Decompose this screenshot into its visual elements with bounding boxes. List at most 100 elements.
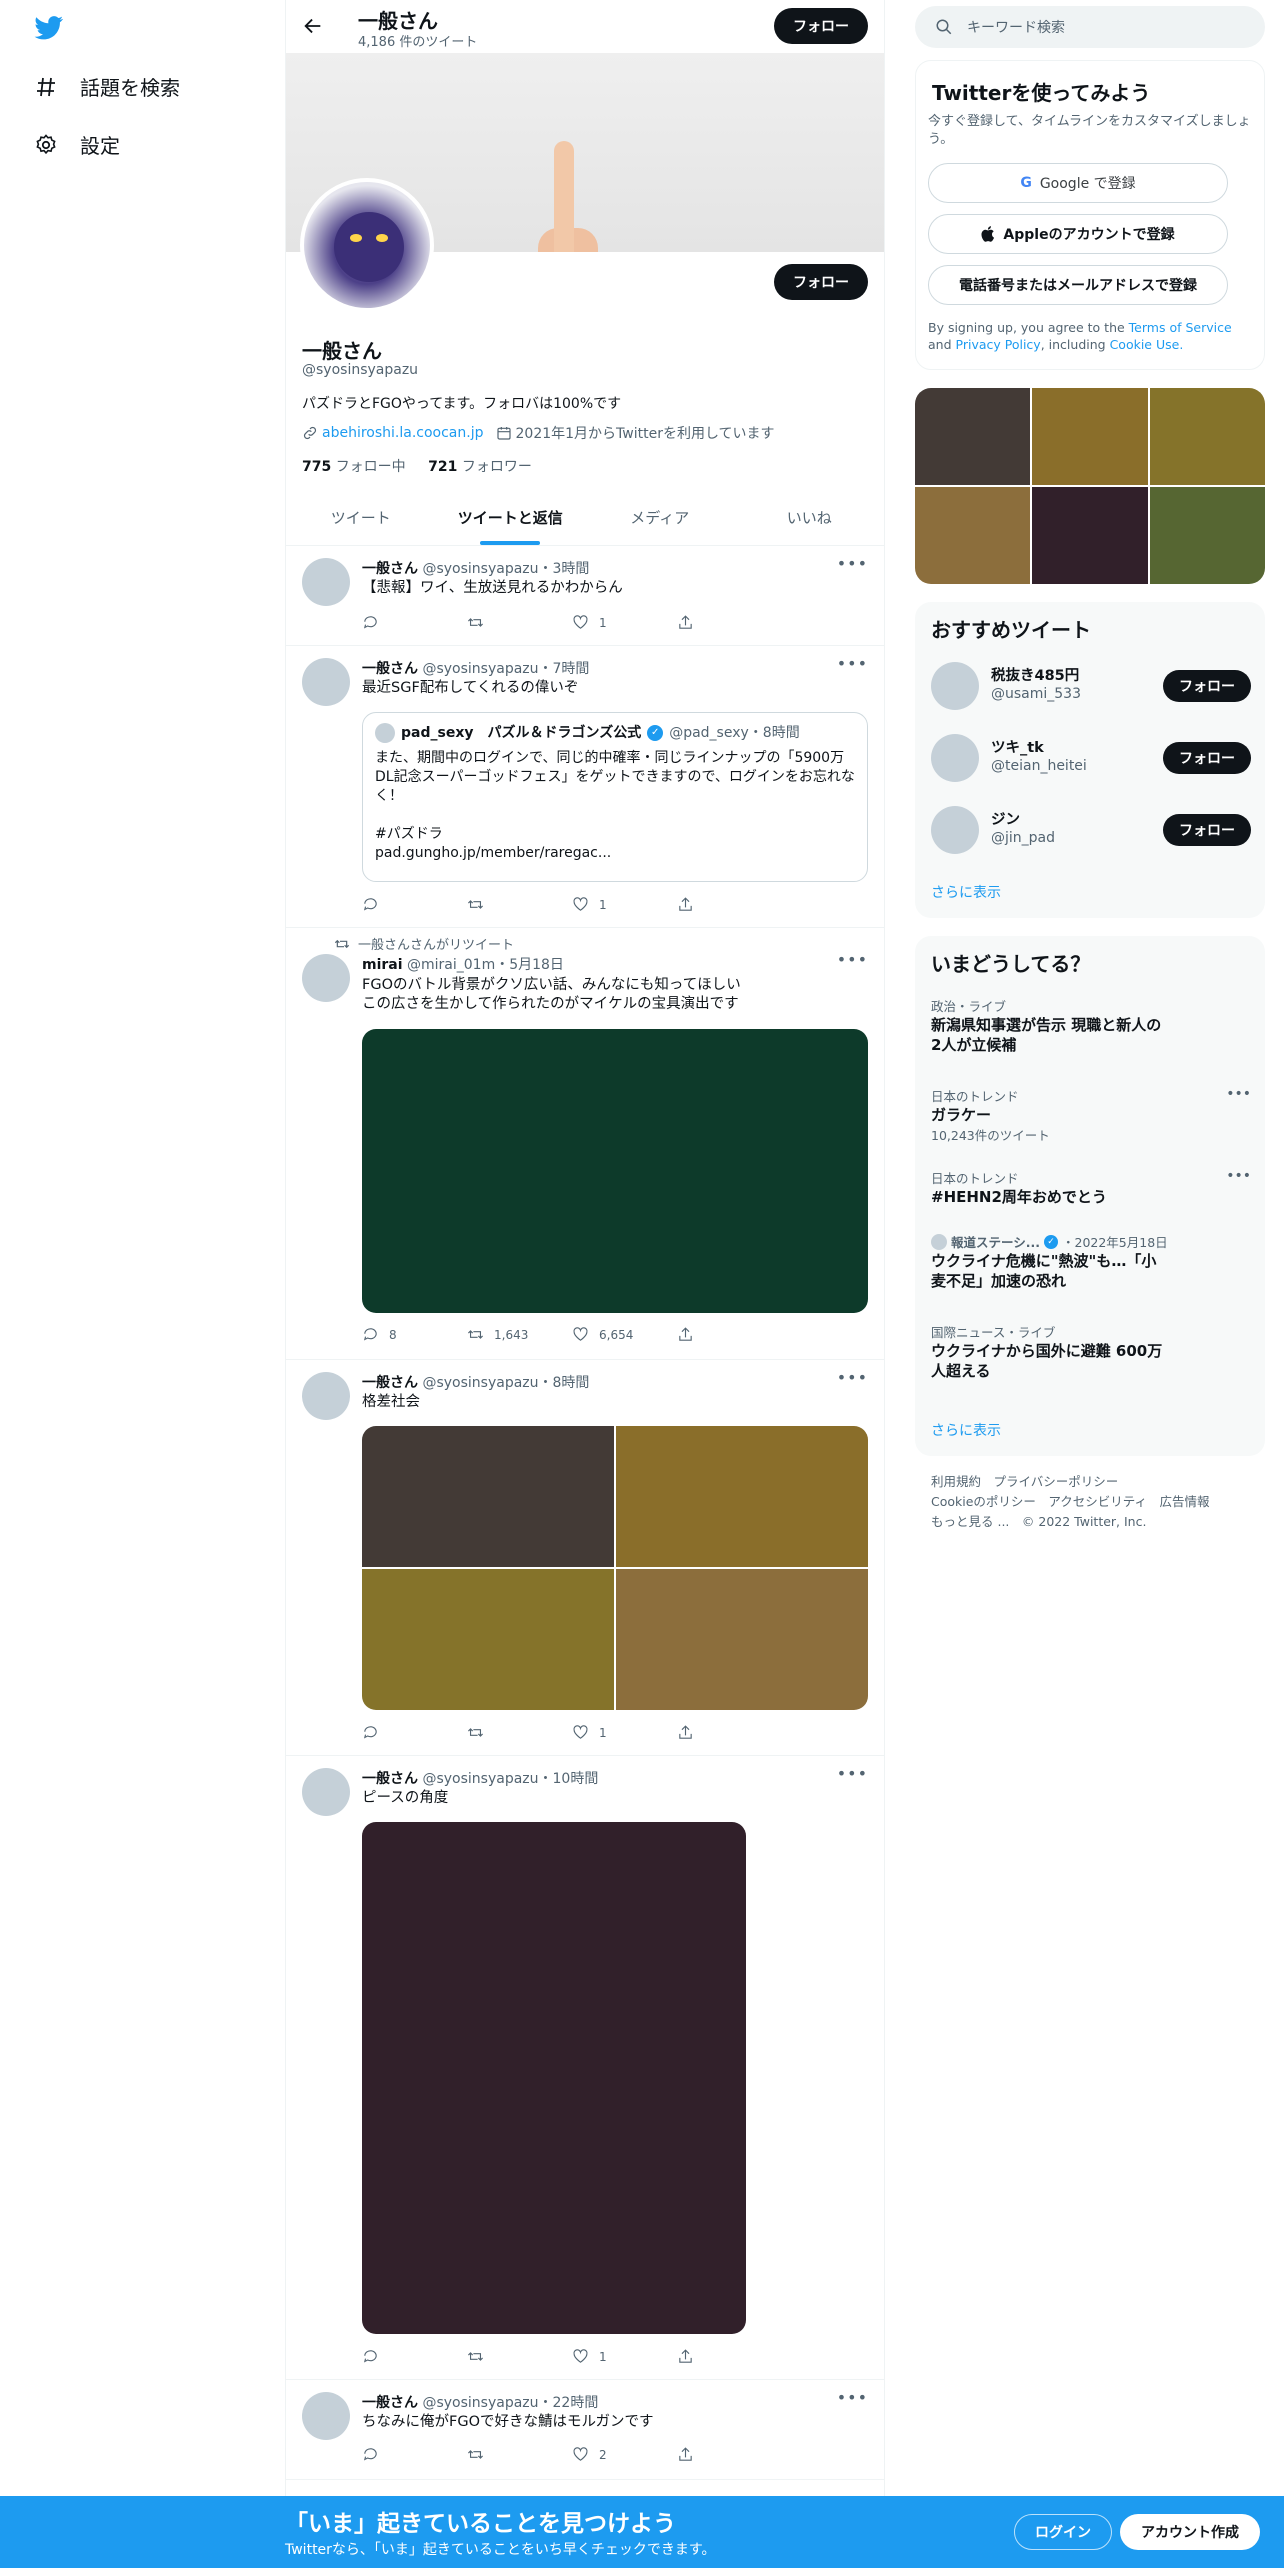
more-icon[interactable]: ••• <box>837 1368 868 1387</box>
media-thumb[interactable] <box>362 1569 614 1710</box>
reply-button[interactable]: 8 <box>362 1326 467 1343</box>
quoted-tweet[interactable]: pad_sexy パズル＆ドラゴンズ公式 ✓ @pad_sexy・8時間 また、… <box>362 712 868 882</box>
profile-link[interactable]: abehiroshi.la.coocan.jp <box>322 425 484 441</box>
tweet-media-image[interactable] <box>362 1029 868 1313</box>
show-more-link[interactable]: さらに表示 <box>931 1420 1001 1440</box>
phone-email-signup-button[interactable]: 電話番号またはメールアドレスで登録 <box>928 265 1228 305</box>
user-suggestion[interactable]: 税抜き485円 @usami_533 フォロー <box>931 658 1251 714</box>
more-icon[interactable]: ••• <box>837 2388 868 2407</box>
tweet-avatar[interactable] <box>302 954 350 1002</box>
tab-tweets[interactable]: ツイート <box>286 490 436 545</box>
tweet-avatar[interactable] <box>302 558 350 606</box>
avatar[interactable] <box>931 662 979 710</box>
apple-signup-button[interactable]: Appleのアカウントで登録 <box>928 214 1228 254</box>
like-button[interactable]: 1 <box>572 2348 677 2365</box>
trend-item[interactable]: 国際ニュース・ライブ ウクライナから国外に避難 600万人超える <box>931 1322 1251 1381</box>
follow-button[interactable]: フォロー <box>1163 742 1251 774</box>
follow-button[interactable]: フォロー <box>1163 670 1251 702</box>
retweet-button[interactable] <box>467 896 572 913</box>
media-thumb[interactable] <box>915 388 1031 485</box>
tos-link[interactable]: Terms of Service <box>1129 320 1232 335</box>
like-button[interactable]: 1 <box>572 614 677 631</box>
more-icon[interactable]: ••• <box>837 1764 868 1783</box>
user-suggestion[interactable]: ジン @jin_pad フォロー <box>931 802 1251 858</box>
sidebar-item-explore[interactable]: 話題を検索 <box>34 72 180 101</box>
trend-item[interactable]: 報道ステーシ... ✓ ・2022年5月18日 ウクライナ危機に"熱波"も…「小… <box>931 1232 1251 1291</box>
share-button[interactable] <box>677 1724 782 1741</box>
twitter-logo-icon[interactable] <box>34 16 64 40</box>
retweet-button[interactable] <box>467 2348 572 2365</box>
like-button[interactable]: 2 <box>572 2446 677 2463</box>
reply-button[interactable] <box>362 2348 467 2365</box>
tweet-avatar[interactable] <box>302 658 350 706</box>
reply-button[interactable] <box>362 1724 467 1741</box>
avatar[interactable] <box>931 734 979 782</box>
tweet-item[interactable]: 一般さん @syosinsyapazu・3時間 ••• 【悲報】ワイ、生放送見れ… <box>286 546 884 646</box>
privacy-link[interactable]: Privacy Policy <box>956 337 1041 352</box>
search-input[interactable]: キーワード検索 <box>967 17 1065 37</box>
share-button[interactable] <box>677 1326 782 1343</box>
media-thumb[interactable] <box>1032 388 1148 485</box>
like-button[interactable]: 1 <box>572 1724 677 1741</box>
reply-button[interactable] <box>362 614 467 631</box>
retweet-button[interactable] <box>467 2446 572 2463</box>
like-button[interactable]: 1 <box>572 896 677 913</box>
cookie-link[interactable]: Cookie Use. <box>1110 337 1184 352</box>
reply-button[interactable] <box>362 896 467 913</box>
retweet-button[interactable]: 1,643 <box>467 1326 572 1343</box>
follow-button[interactable]: フォロー <box>1163 814 1251 846</box>
more-icon[interactable]: ••• <box>837 554 868 573</box>
like-button[interactable]: 6,654 <box>572 1326 677 1343</box>
trend-item[interactable]: 日本のトレンド #HEHN2周年おめでとう ••• <box>931 1168 1251 1207</box>
login-button[interactable]: ログイン <box>1014 2514 1112 2550</box>
footer-line[interactable]: もっと見る ... © 2022 Twitter, Inc. <box>931 1512 1261 1532</box>
tweet-avatar[interactable] <box>302 1372 350 1420</box>
trend-item[interactable]: 日本のトレンド ガラケー 10,243件のツイート ••• <box>931 1086 1251 1144</box>
tweet-media-image[interactable] <box>362 1822 746 2334</box>
share-button[interactable] <box>677 614 782 631</box>
tweet-item[interactable]: 一般さん @syosinsyapazu・8時間 ••• 格差社会 1 <box>286 1360 884 1756</box>
tweet-avatar[interactable] <box>302 2392 350 2440</box>
show-more-link[interactable]: さらに表示 <box>931 882 1001 902</box>
tab-media[interactable]: メディア <box>585 490 735 545</box>
media-thumb[interactable] <box>616 1426 868 1567</box>
media-thumb[interactable] <box>616 1569 868 1710</box>
share-button[interactable] <box>677 2348 782 2365</box>
google-signup-button[interactable]: G Google で登録 <box>928 163 1228 203</box>
tweet-avatar[interactable] <box>302 1768 350 1816</box>
avatar[interactable] <box>931 806 979 854</box>
search-bar[interactable]: キーワード検索 <box>915 6 1265 48</box>
profile-avatar[interactable] <box>300 178 434 312</box>
media-thumb[interactable] <box>915 487 1031 584</box>
trend-item[interactable]: 政治・ライブ 新潟県知事選が告示 現職と新人の2人が立候補 <box>931 996 1251 1055</box>
sidebar-item-settings[interactable]: 設定 <box>34 130 120 159</box>
user-suggestion[interactable]: ツキ_tk @teian_heitei フォロー <box>931 730 1251 786</box>
header-follow-button[interactable]: フォロー <box>774 8 868 44</box>
create-account-button[interactable]: アカウント作成 <box>1120 2514 1260 2550</box>
tweet-item[interactable]: 一般さん @syosinsyapazu・22時間 ••• ちなみに俺がFGOで好… <box>286 2380 884 2480</box>
tab-likes[interactable]: いいね <box>735 490 885 545</box>
footer-line[interactable]: 利用規約 プライバシーポリシー <box>931 1472 1261 1492</box>
media-thumb[interactable] <box>1032 487 1148 584</box>
media-thumb[interactable] <box>1149 388 1265 485</box>
reply-button[interactable] <box>362 2446 467 2463</box>
following-link[interactable]: 775 フォロー中 <box>302 459 406 475</box>
media-thumb[interactable] <box>1149 487 1265 584</box>
more-icon[interactable]: ••• <box>837 654 868 673</box>
retweet-button[interactable] <box>467 614 572 631</box>
tweet-item[interactable]: 一般さん @syosinsyapazu・10時間 ••• ピースの角度 1 <box>286 1756 884 2380</box>
tweet-item[interactable]: 一般さん @syosinsyapazu・7時間 ••• 最近SGF配布してくれる… <box>286 646 884 928</box>
profile-follow-button[interactable]: フォロー <box>774 264 868 300</box>
tweet-item[interactable]: 一般さんさんがリツイート mirai @mirai_01m・5月18日 ••• … <box>286 928 884 1360</box>
back-arrow-icon[interactable] <box>302 15 324 37</box>
more-icon[interactable]: ••• <box>1226 1168 1251 1184</box>
share-button[interactable] <box>677 2446 782 2463</box>
more-icon[interactable]: ••• <box>837 950 868 969</box>
more-icon[interactable]: ••• <box>1226 1086 1251 1102</box>
media-thumb[interactable] <box>362 1426 614 1567</box>
retweet-button[interactable] <box>467 1724 572 1741</box>
share-button[interactable] <box>677 896 782 913</box>
tab-tweets-and-replies[interactable]: ツイートと返信 <box>436 490 586 545</box>
footer-line[interactable]: Cookieのポリシー アクセシビリティ 広告情報 <box>931 1492 1261 1512</box>
followers-link[interactable]: 721 フォロワー <box>428 459 532 475</box>
